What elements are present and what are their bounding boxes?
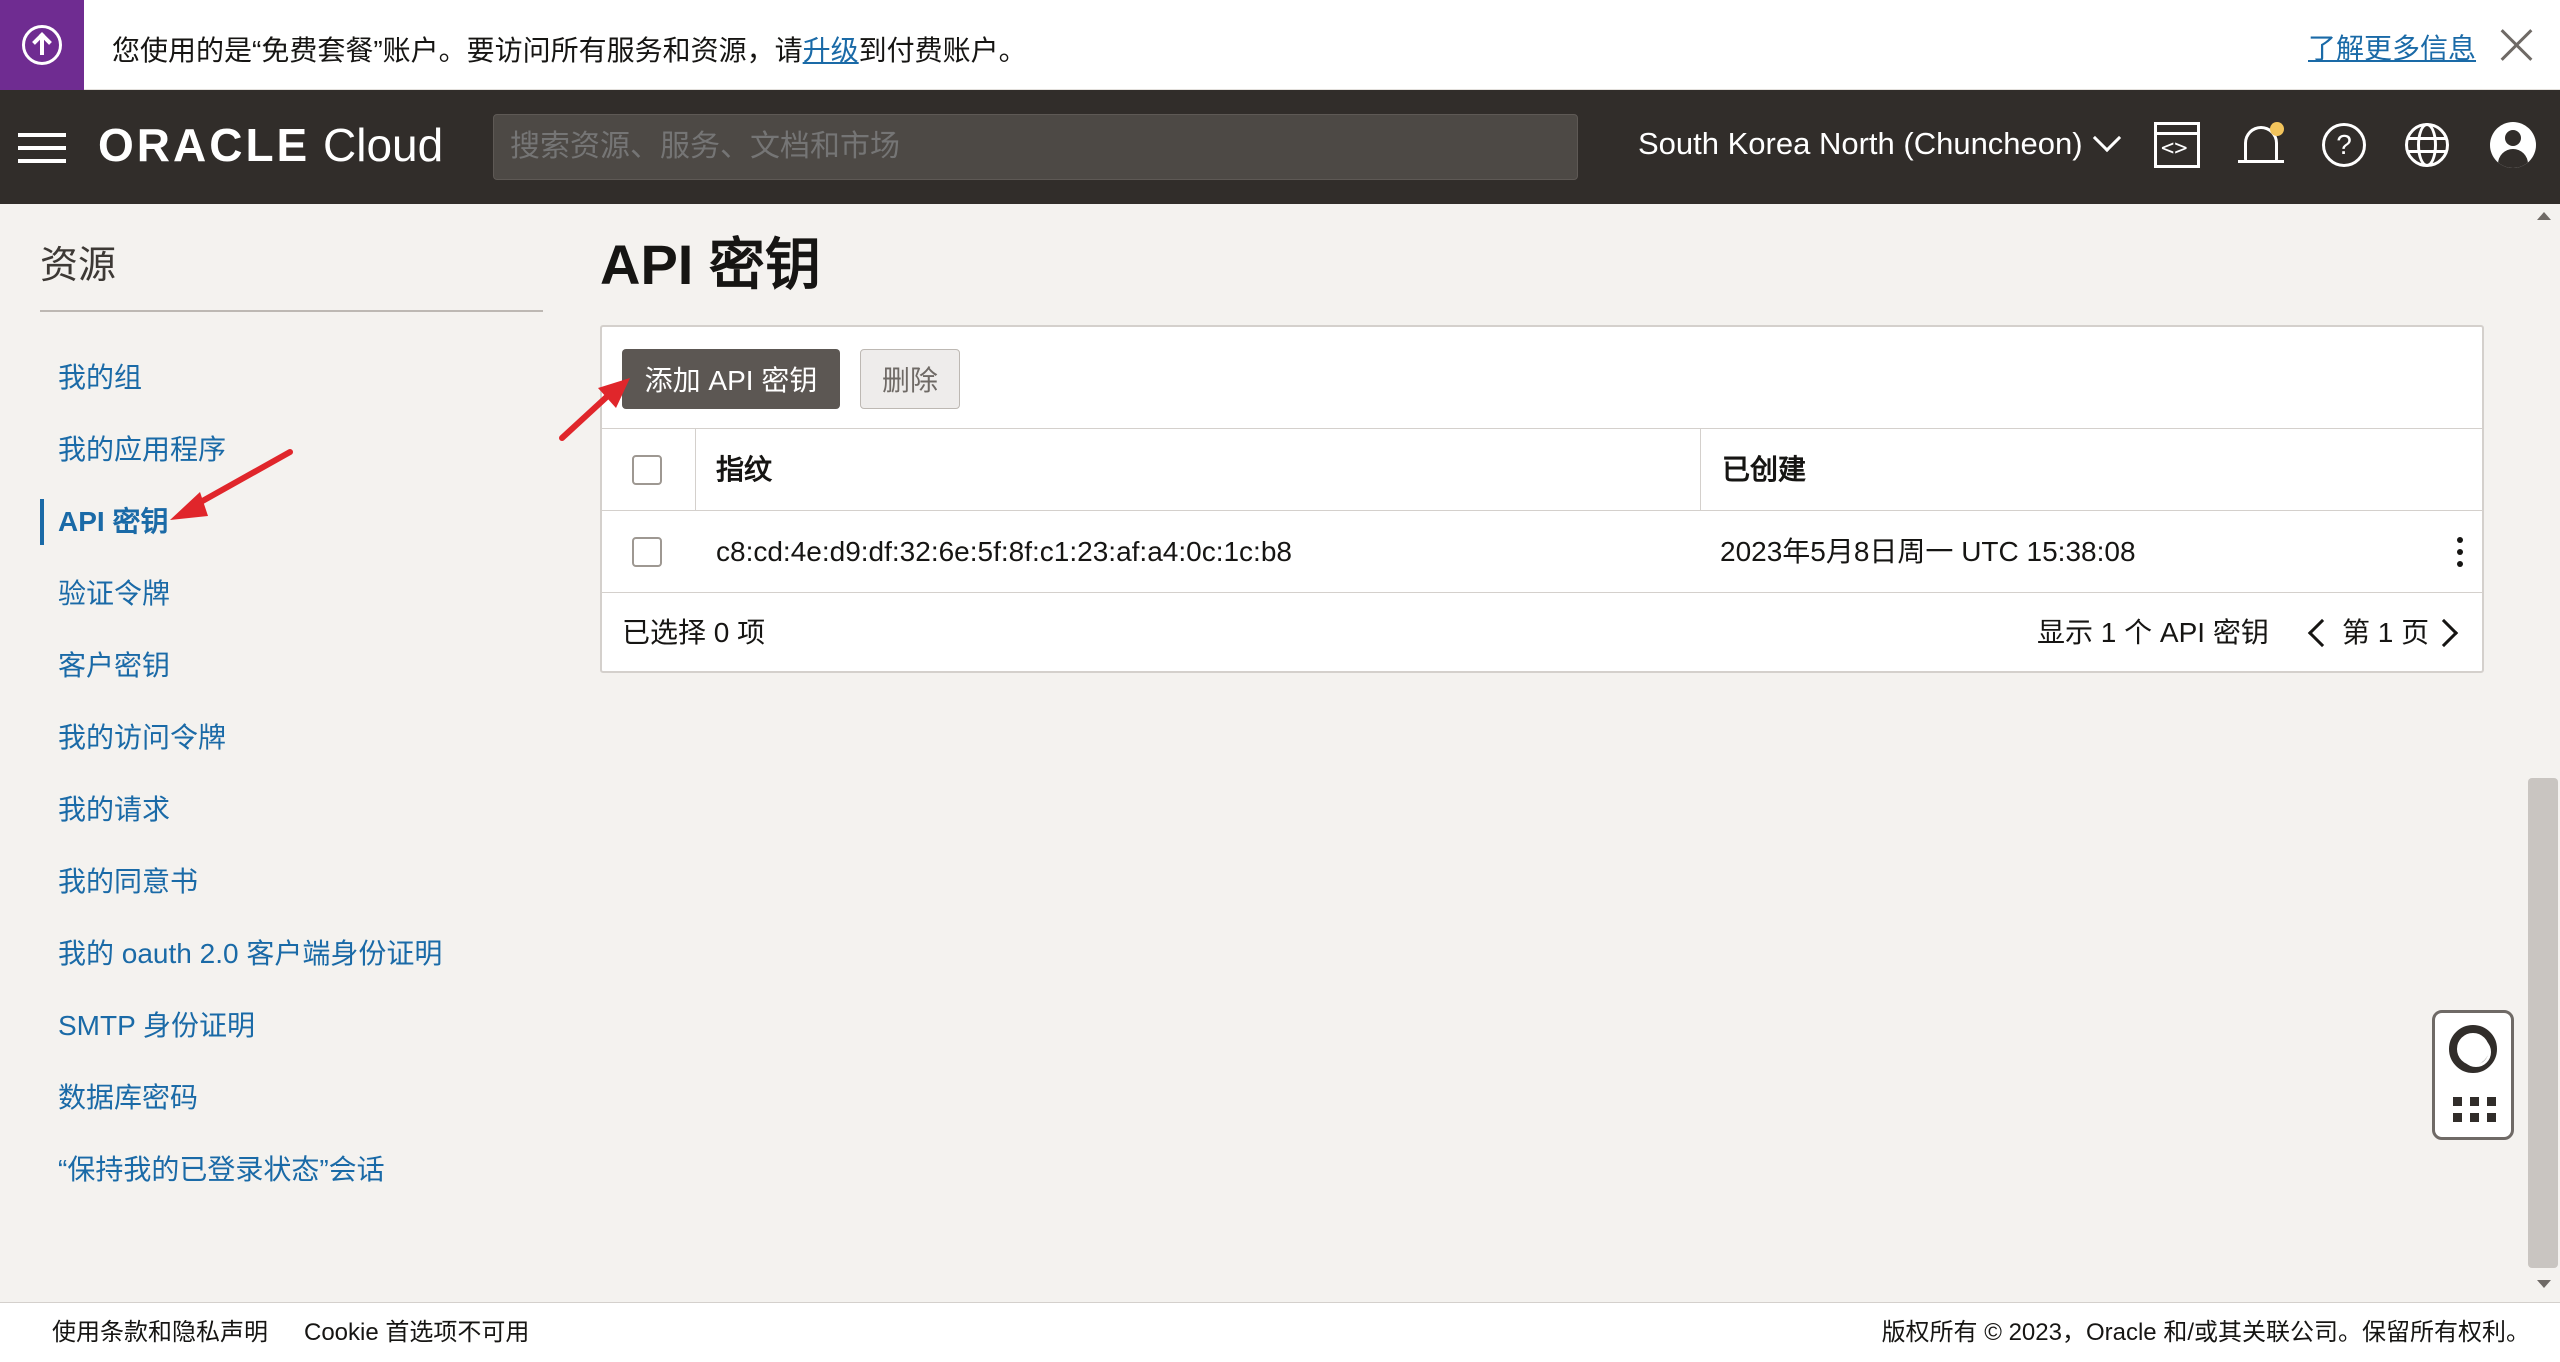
nav-item-keep-signed-in-sessions[interactable]: “保持我的已登录状态”会话 — [40, 1134, 540, 1206]
upgrade-link[interactable]: 升级 — [803, 35, 859, 66]
next-page-icon[interactable] — [2429, 618, 2459, 648]
top-navigation-bar: ORACLE Cloud South Korea North (Chuncheo… — [0, 90, 2560, 204]
help-glyph: ? — [2322, 123, 2366, 167]
upgrade-arrow-icon — [22, 25, 62, 65]
close-icon[interactable] — [2500, 28, 2534, 62]
created-cell: 2023年5月8日周一 UTC 15:38:08 — [1720, 536, 2136, 567]
column-header-created[interactable]: 已创建 — [1722, 429, 1806, 511]
nav-item-database-passwords[interactable]: 数据库密码 — [40, 1062, 540, 1134]
learn-more-link[interactable]: 了解更多信息 — [2308, 27, 2476, 67]
row-checkbox[interactable] — [632, 537, 662, 567]
table-footer: 已选择 0 项 显示 1 个 API 密钥 第 1 页 — [602, 593, 2482, 673]
delete-button[interactable]: 删除 — [860, 349, 960, 409]
logo-product: Cloud — [323, 119, 444, 171]
code-editor-glyph: <> — [2161, 136, 2188, 161]
hamburger-menu-icon[interactable] — [18, 133, 66, 163]
select-all-checkbox[interactable] — [632, 455, 662, 485]
nav-item-smtp-credentials[interactable]: SMTP 身份证明 — [40, 990, 540, 1062]
notification-dot — [2270, 122, 2284, 136]
banner-message: 您使用的是“免费套餐”账户。要访问所有服务和资源，请升级到付费账户。 — [112, 29, 1027, 69]
scroll-up-icon[interactable] — [2537, 212, 2551, 220]
language-globe-icon[interactable] — [2402, 120, 2454, 172]
nav-item-oauth-credentials[interactable]: 我的 oauth 2.0 客户端身份证明 — [40, 918, 540, 990]
nav-item-my-groups[interactable]: 我的组 — [40, 342, 540, 414]
help-icon[interactable]: ? — [2319, 120, 2371, 172]
page-footer: 使用条款和隐私声明 Cookie 首选项不可用 版权所有 © 2023，Orac… — [0, 1302, 2560, 1362]
scrollbar-thumb[interactable] — [2528, 778, 2558, 1268]
row-actions-kebab-icon[interactable] — [2452, 535, 2468, 569]
column-divider — [695, 429, 696, 511]
notifications-bell-icon[interactable] — [2236, 120, 2288, 172]
page-title: API 密钥 — [600, 233, 821, 296]
api-keys-panel: 添加 API 密钥 删除 指纹 已创建 c8:cd:4e:d9:df:32:6e… — [600, 325, 2484, 673]
column-header-fingerprint[interactable]: 指纹 — [716, 429, 772, 511]
code-editor-icon[interactable]: <> — [2152, 120, 2204, 172]
help-support-widget[interactable] — [2432, 1010, 2514, 1140]
resources-divider — [40, 310, 543, 312]
nav-item-my-consents[interactable]: 我的同意书 — [40, 846, 540, 918]
app-grid-icon — [2453, 1097, 2497, 1123]
search-input[interactable] — [493, 114, 1578, 180]
add-api-key-button[interactable]: 添加 API 密钥 — [622, 349, 840, 409]
nav-item-my-access-tokens[interactable]: 我的访问令牌 — [40, 702, 540, 774]
free-tier-banner: 您使用的是“免费套餐”账户。要访问所有服务和资源，请升级到付费账户。 了解更多信… — [0, 0, 2560, 90]
column-divider — [1700, 429, 1701, 511]
banner-text-before: 您使用的是“免费套餐”账户。要访问所有服务和资源，请 — [112, 35, 803, 66]
lifebuoy-icon — [2449, 1025, 2497, 1073]
nav-item-customer-secret-keys[interactable]: 客户密钥 — [40, 630, 540, 702]
nav-item-my-requests[interactable]: 我的请求 — [40, 774, 540, 846]
resources-heading: 资源 — [40, 245, 117, 287]
banner-accent — [0, 0, 84, 90]
oracle-cloud-logo[interactable]: ORACLE Cloud — [98, 118, 443, 172]
profile-avatar-icon[interactable] — [2488, 120, 2540, 172]
table-toolbar: 添加 API 密钥 删除 — [602, 327, 2482, 429]
showing-count: 显示 1 个 API 密钥 — [2037, 617, 2269, 648]
fingerprint-cell: c8:cd:4e:d9:df:32:6e:5f:8f:c1:23:af:a4:0… — [716, 536, 1292, 567]
banner-text-after: 到付费账户。 — [858, 35, 1027, 66]
table-header: 指纹 已创建 — [602, 429, 2482, 511]
nav-item-auth-tokens[interactable]: 验证令牌 — [40, 558, 540, 630]
scroll-down-icon[interactable] — [2537, 1280, 2551, 1288]
page-indicator: 第 1 页 — [2342, 617, 2430, 648]
region-selector[interactable]: South Korea North (Chuncheon) — [1638, 123, 2121, 162]
logo-brand: ORACLE — [98, 119, 311, 171]
chevron-down-icon — [2092, 123, 2121, 153]
selected-count: 已选择 0 项 — [622, 617, 766, 648]
annotation-arrow-icon — [559, 378, 630, 441]
annotation-arrow-icon — [170, 449, 293, 520]
region-label: South Korea North (Chuncheon) — [1638, 126, 2083, 161]
previous-page-icon[interactable] — [2307, 618, 2337, 648]
cookie-preferences-link[interactable]: Cookie 首选项不可用 — [304, 1303, 529, 1362]
table-row: c8:cd:4e:d9:df:32:6e:5f:8f:c1:23:af:a4:0… — [602, 511, 2482, 593]
terms-privacy-link[interactable]: 使用条款和隐私声明 — [52, 1303, 268, 1362]
copyright-text: 版权所有 © 2023，Oracle 和/或其关联公司。保留所有权利。 — [1881, 1319, 2530, 1346]
